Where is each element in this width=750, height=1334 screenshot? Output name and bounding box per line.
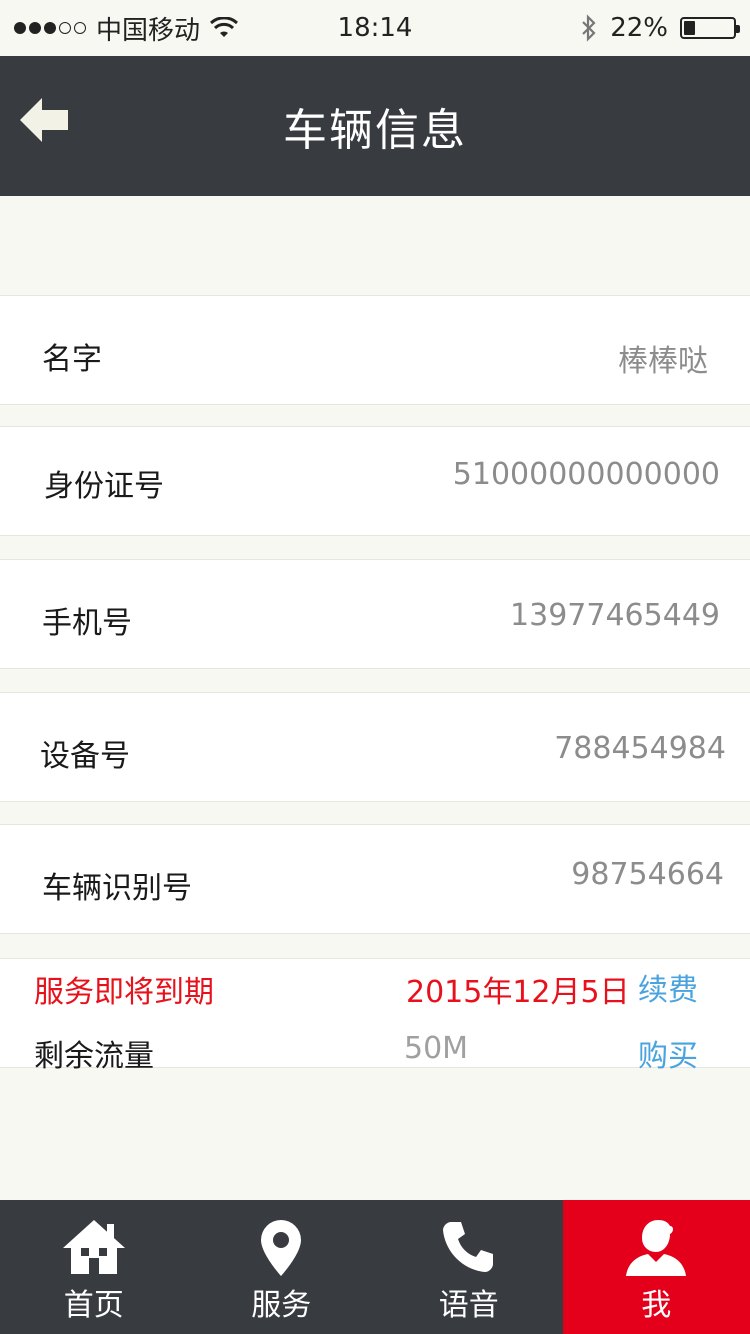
row-value: 788454984 [554,731,726,766]
tab-me[interactable]: 我 [562,1200,750,1334]
tab-label: 语音 [438,1288,499,1323]
row-name[interactable]: 名字 棒棒哒 [0,295,750,405]
buy-link[interactable]: 购买 [638,1031,698,1075]
row-value: 棒棒哒 [618,344,708,379]
tab-service[interactable]: 服务 [188,1200,376,1334]
page-title: 车辆信息 [283,105,467,156]
tab-label: 服务 [251,1288,312,1323]
row-value: 98754664 [571,857,724,892]
tab-voice[interactable]: 语音 [375,1200,563,1334]
tab-label: 首页 [63,1288,124,1323]
row-phone[interactable]: 手机号 13977465449 [0,559,750,669]
service-section: 服务即将到期 2015年12月5日 续费 剩余流量 50M 购买 [0,958,750,1074]
home-icon [62,1220,125,1274]
row-device[interactable]: 设备号 788454984 [0,692,750,802]
row-label: 手机号 [42,606,132,641]
signal-strength-icon [14,22,86,34]
renew-link[interactable]: 续费 [638,965,698,1009]
row-vin[interactable]: 车辆识别号 98754664 [0,824,750,934]
battery-fill [684,21,695,35]
status-left: 中国移动 [14,10,239,47]
row-value: 51000000000000 [452,457,720,492]
carrier-name: 中国移动 [96,15,201,46]
nav-bar: 车辆信息 [0,56,750,196]
status-bar: 中国移动 18:14 22% [0,0,750,56]
row-label: 身份证号 [44,469,164,504]
battery-percent: 22% [610,13,668,43]
wifi-icon [210,17,239,37]
traffic-label: 剩余流量 [34,1039,154,1074]
status-right: 22% [580,13,740,43]
phone-icon [442,1222,493,1272]
traffic-value: 50M [404,1031,469,1066]
location-pin-icon [261,1220,302,1276]
row-id-number[interactable]: 身份证号 51000000000000 [0,426,750,536]
tab-home[interactable]: 首页 [0,1200,188,1334]
user-icon [626,1220,687,1276]
bluetooth-icon [582,14,596,42]
row-label: 设备号 [40,739,130,774]
service-expire-date: 2015年12月5日 [406,975,630,1010]
tab-bar: 首页 服务 语音 我 [0,1200,750,1334]
row-value: 13977465449 [510,598,720,633]
row-label: 名字 [42,342,102,377]
row-label: 车辆识别号 [42,871,192,906]
battery-icon [680,17,740,39]
service-expire-label: 服务即将到期 [34,975,214,1010]
tab-label: 我 [641,1288,672,1323]
